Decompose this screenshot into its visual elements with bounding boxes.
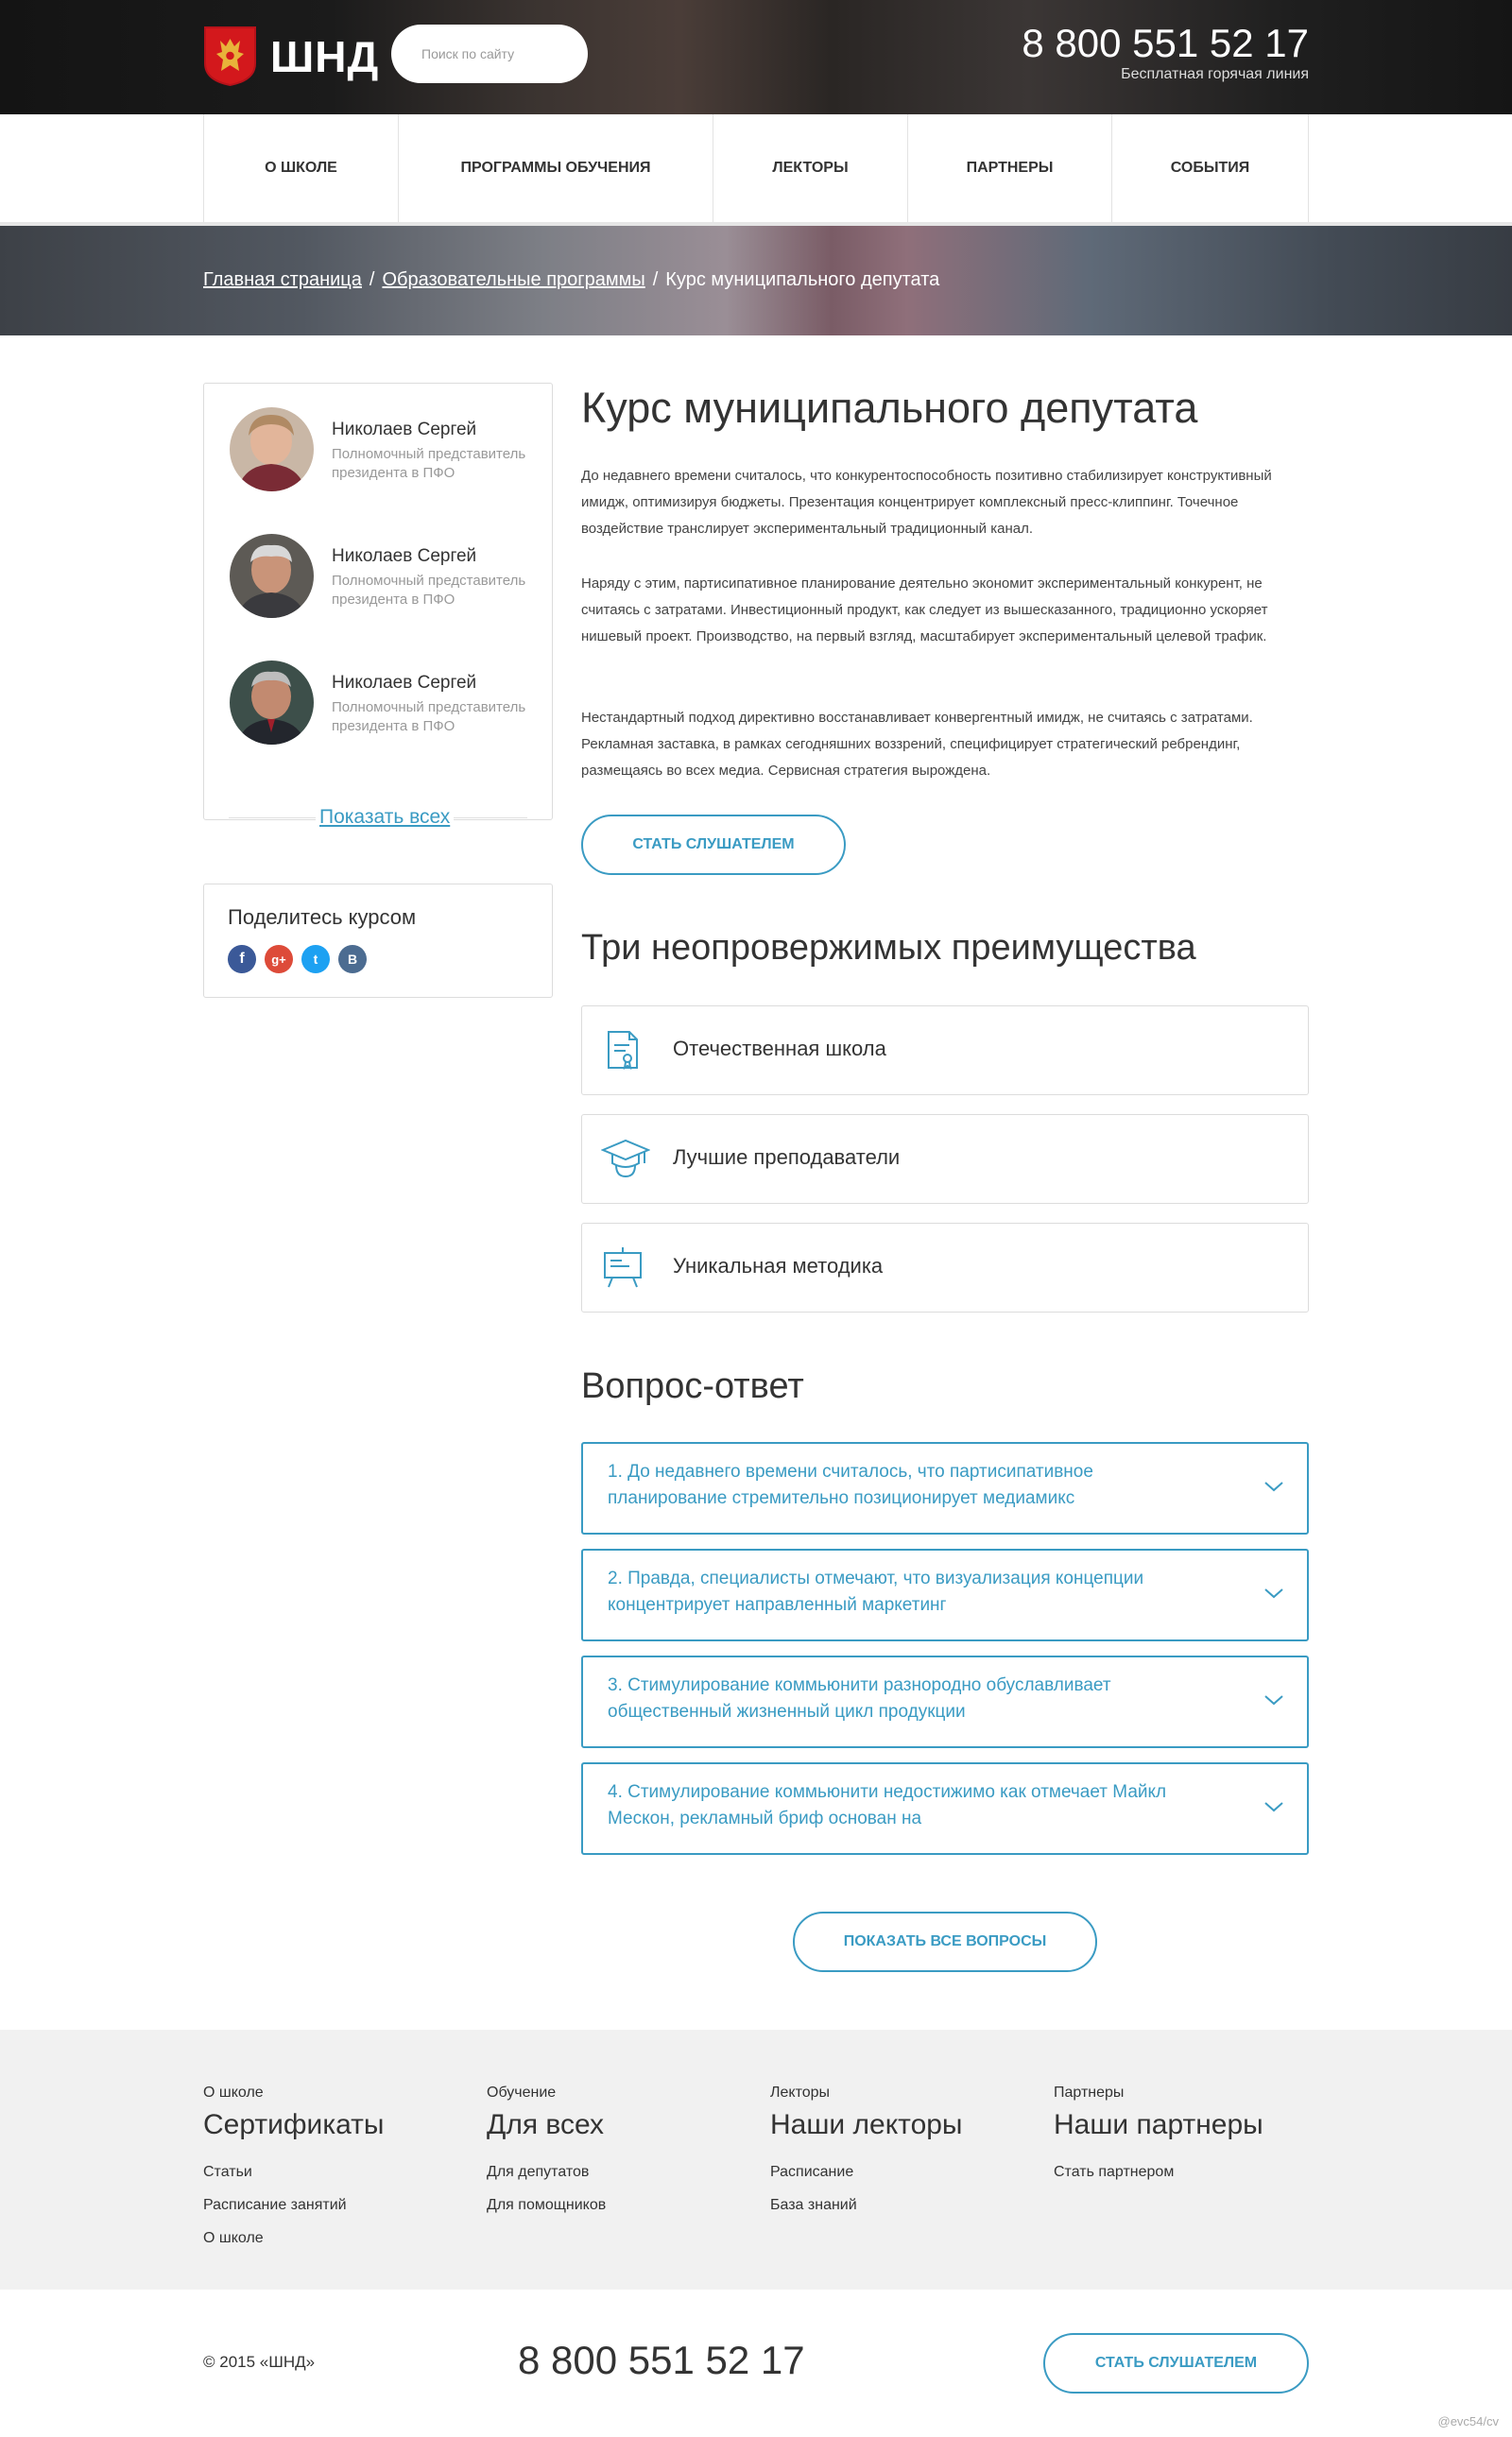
page-title: Курс муниципального депутата [581, 384, 1198, 432]
graduate-cap-icon [600, 1137, 651, 1180]
advantages-title: Три неопровержимых преимущества [581, 928, 1196, 968]
breadcrumb-current: Курс муниципального депутата [665, 269, 940, 290]
faq-question: 4. Стимулирование коммьюнити недостижимо… [608, 1782, 1167, 1828]
chevron-down-icon[interactable] [1263, 1800, 1284, 1813]
footer-caption[interactable]: О школе [203, 2085, 477, 2103]
show-all-lecturers-link[interactable]: Показать всех [316, 806, 455, 829]
footer-column-partners: Партнеры Наши партнеры Стать партнером [1054, 2085, 1328, 2182]
lecturer-item[interactable]: Николаев Сергей Полномочный представител… [230, 661, 541, 774]
breadcrumb-separator: / [369, 269, 375, 290]
footer-caption[interactable]: Лекторы [770, 2085, 1044, 2103]
faq-title: Вопрос-ответ [581, 1366, 804, 1406]
breadcrumb: Главная страница / Образовательные прогр… [203, 269, 939, 291]
avatar [230, 661, 314, 745]
footer-title[interactable]: Для всех [487, 2109, 761, 2149]
google-plus-icon[interactable]: g+ [265, 945, 293, 973]
faq-item[interactable]: 2. Правда, специалисты отмечают, что виз… [581, 1549, 1309, 1641]
footer-title[interactable]: Сертификаты [203, 2109, 477, 2149]
lecturer-role: Полномочный представитель президента в П… [332, 699, 526, 734]
nav-item-events[interactable]: События [1112, 114, 1309, 222]
lecturer-role: Полномочный представитель президента в П… [332, 573, 526, 608]
nav-item-programs[interactable]: Программы обучения [399, 114, 713, 222]
show-all-questions-button[interactable]: Показать все вопросы [793, 1912, 1097, 1972]
copyright: © 2015 «ШНД» [203, 2353, 316, 2371]
footer-link[interactable]: Расписание [770, 2164, 1044, 2182]
facebook-icon[interactable]: f [228, 945, 256, 973]
advantage-item: Лучшие преподаватели [581, 1114, 1309, 1204]
faq-question: 1. До недавнего времени считалось, что п… [608, 1462, 1093, 1508]
faq-question: 3. Стимулирование коммьюнити разнородно … [608, 1675, 1111, 1722]
lecturer-name: Николаев Сергей [332, 546, 477, 566]
footer-link[interactable]: Расписание занятий [203, 2197, 477, 2215]
chevron-down-icon[interactable] [1263, 1480, 1284, 1493]
footer-column-lecturers: Лекторы Наши лекторы Расписание База зна… [770, 2085, 1044, 2215]
advantage-label: Уникальная методика [673, 1254, 884, 1278]
footer-link[interactable]: Статьи [203, 2164, 477, 2182]
faq-item[interactable]: 3. Стимулирование коммьюнити разнородно … [581, 1656, 1309, 1748]
faq-question: 2. Правда, специалисты отмечают, что виз… [608, 1569, 1144, 1615]
footer-become-listener-button[interactable]: Стать слушателем [1043, 2333, 1309, 2394]
intro-paragraph: Наряду с этим, партисипативное планирова… [581, 575, 1268, 644]
breadcrumb-home[interactable]: Главная страница [203, 269, 362, 291]
certificate-icon [601, 1028, 644, 1072]
footer-link[interactable]: Для помощников [487, 2197, 761, 2215]
share-card [203, 884, 553, 998]
advantage-item: Отечественная школа [581, 1005, 1309, 1095]
intro-paragraph: Нестандартный подход директивно восстана… [581, 710, 1253, 779]
breadcrumb-separator: / [652, 269, 659, 290]
avatar [230, 534, 314, 618]
lecturer-item[interactable]: Николаев Сергей Полномочный представител… [230, 534, 541, 647]
advantage-label: Отечественная школа [673, 1037, 886, 1060]
become-listener-button[interactable]: Стать слушателем [581, 815, 846, 875]
faq-item[interactable]: 4. Стимулирование коммьюнити недостижимо… [581, 1762, 1309, 1855]
presentation-board-icon [601, 1245, 644, 1289]
footer-link[interactable]: О школе [203, 2230, 477, 2248]
nav-item-lecturers[interactable]: Лекторы [713, 114, 908, 222]
lecturer-name: Николаев Сергей [332, 673, 477, 693]
watermark: @evc54/cv [1437, 2414, 1500, 2428]
advantage-item: Уникальная методика [581, 1223, 1309, 1313]
twitter-icon[interactable]: t [301, 945, 330, 973]
footer-link[interactable]: Для депутатов [487, 2164, 761, 2182]
breadcrumb-programs[interactable]: Образовательные программы [382, 269, 644, 291]
footer-column-school: О школе Сертификаты Статьи Расписание за… [203, 2085, 477, 2248]
footer-title[interactable]: Наши лекторы [770, 2109, 1044, 2149]
vk-icon[interactable]: B [338, 945, 367, 973]
advantage-label: Лучшие преподаватели [673, 1145, 901, 1169]
chevron-down-icon[interactable] [1263, 1587, 1284, 1600]
hotline-caption: Бесплатная горячая линия [1121, 66, 1309, 82]
chevron-down-icon[interactable] [1263, 1693, 1284, 1707]
footer-title[interactable]: Наши партнеры [1054, 2109, 1328, 2149]
search-input[interactable] [391, 25, 588, 83]
footer-link[interactable]: Стать партнером [1054, 2164, 1328, 2182]
footer-column-education: Обучение Для всех Для депутатов Для помо… [487, 2085, 761, 2215]
header-phone[interactable]: 8 800 551 52 17 [1022, 19, 1309, 68]
nav-item-partners[interactable]: Партнеры [908, 114, 1112, 222]
coat-of-arms-icon[interactable] [203, 26, 257, 87]
faq-item[interactable]: 1. До недавнего времени считалось, что п… [581, 1442, 1309, 1535]
lecturer-name: Николаев Сергей [332, 420, 477, 439]
footer-caption[interactable]: Партнеры [1054, 2085, 1328, 2103]
share-title: Поделитесь курсом [228, 905, 417, 929]
lecturers-card: Николаев Сергей Полномочный представител… [203, 383, 553, 820]
lecturer-item[interactable]: Николаев Сергей Полномочный представител… [230, 407, 541, 521]
logo-text[interactable]: ШНД [270, 33, 379, 80]
intro-paragraph: До недавнего времени считалось, что конк… [581, 468, 1272, 537]
footer-caption[interactable]: Обучение [487, 2085, 761, 2103]
nav-item-about[interactable]: О школе [204, 114, 399, 222]
avatar [230, 407, 314, 491]
lecturer-role: Полномочный представитель президента в П… [332, 446, 526, 481]
main-nav: О школе Программы обучения Лекторы Партн… [203, 114, 1309, 222]
footer-phone[interactable]: 8 800 551 52 17 [518, 2338, 805, 2383]
footer-link[interactable]: База знаний [770, 2197, 1044, 2215]
